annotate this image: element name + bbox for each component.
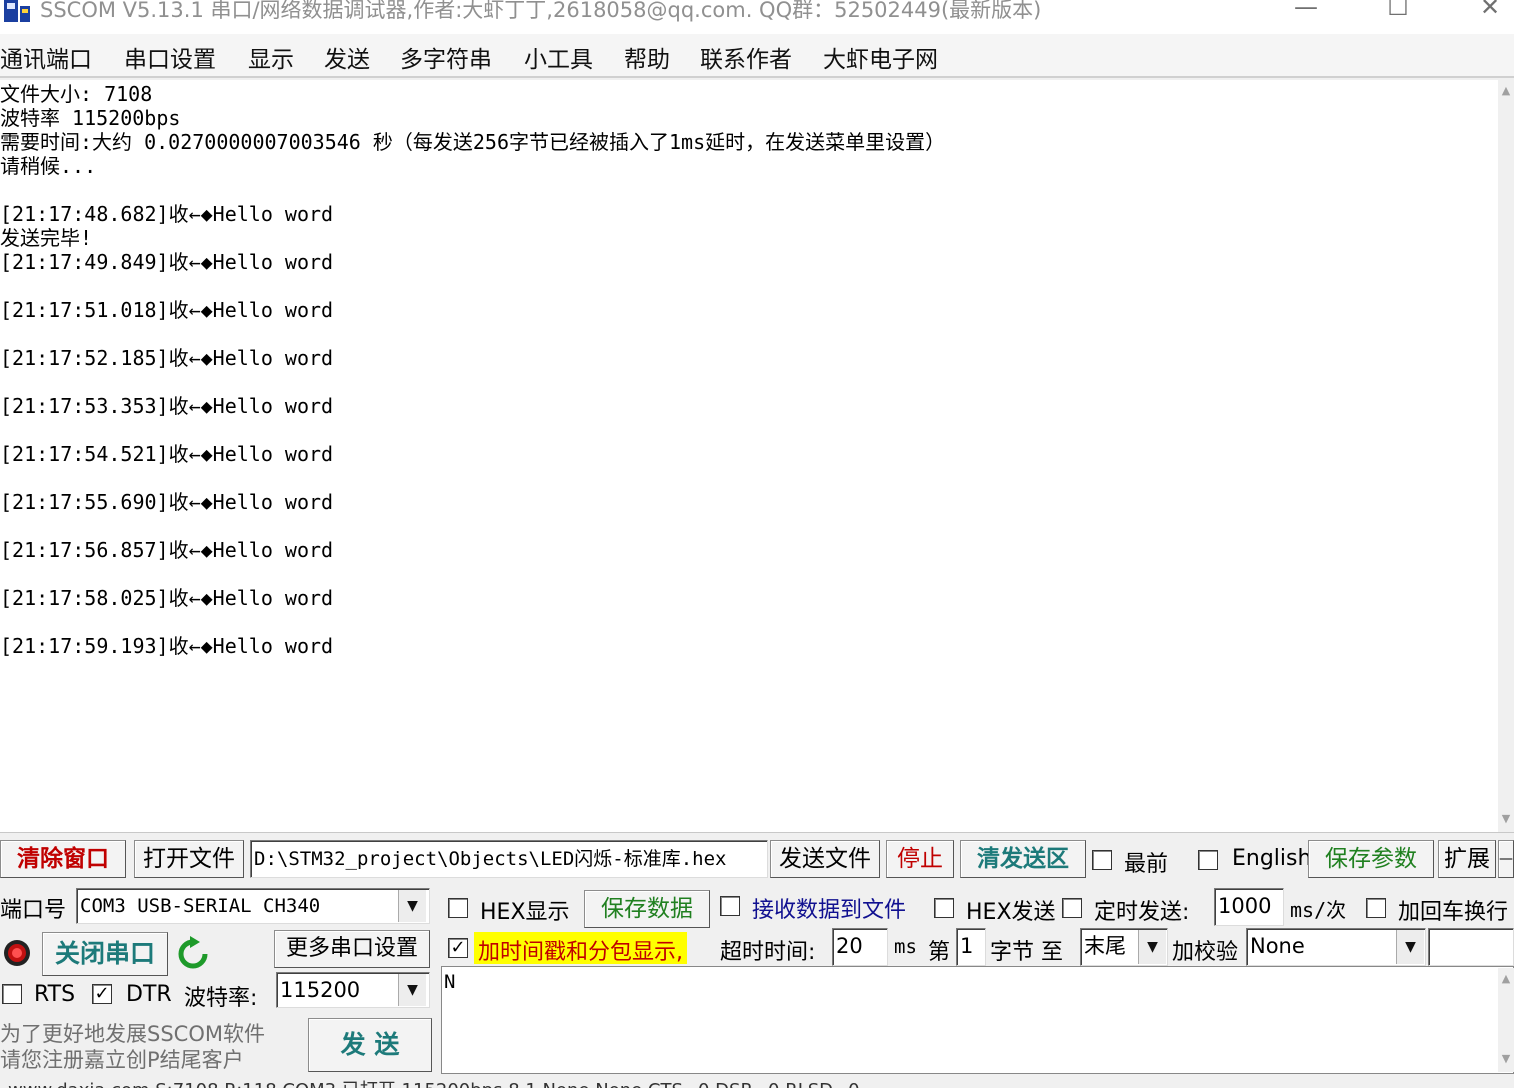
timeout-input[interactable]: 20 xyxy=(832,928,888,966)
file-path-input[interactable]: D:\STM32_project\Objects\LED闪烁-标准库.hex xyxy=(250,840,768,878)
hex-send-label: HEX发送 xyxy=(966,900,1056,925)
port-status-icon xyxy=(4,940,30,966)
refresh-icon[interactable] xyxy=(176,936,210,972)
menu-bar: 通讯端口 串口设置 显示 发送 多字符串 小工具 帮助 联系作者 大虾电子网 xyxy=(0,34,1514,78)
timeout-unit: ms xyxy=(894,936,917,958)
topmost-checkbox[interactable] xyxy=(1092,850,1112,870)
dtr-label: DTR xyxy=(126,982,172,1007)
menu-website[interactable]: 大虾电子网 xyxy=(823,40,938,74)
menu-send[interactable]: 发送 xyxy=(324,40,370,74)
menu-help[interactable]: 帮助 xyxy=(624,40,670,74)
expand-button[interactable]: 扩展 xyxy=(1438,840,1496,878)
send-button[interactable]: 发 送 xyxy=(308,1018,432,1072)
english-label: English xyxy=(1232,846,1312,871)
recv-to-file-label[interactable]: 接收数据到文件 xyxy=(752,892,906,924)
interval-unit: ms/次 xyxy=(1290,898,1347,922)
receive-line: [21:17:52.185]收←◆Hello word xyxy=(0,346,334,370)
checksum-result-field xyxy=(1428,928,1514,966)
more-button[interactable]: — xyxy=(1498,840,1514,878)
recv-to-file-checkbox[interactable] xyxy=(720,896,740,916)
send-input[interactable]: N xyxy=(441,966,1514,1074)
maximize-button[interactable]: ☐ xyxy=(1378,0,1418,24)
add-crlf-label: 加回车换行 xyxy=(1398,900,1509,925)
menu-multi-string[interactable]: 多字符串 xyxy=(400,40,492,74)
clear-window-button[interactable]: 清除窗口 xyxy=(0,840,126,878)
stop-button[interactable]: 停止 xyxy=(886,840,954,878)
receive-line: 发送完毕! xyxy=(0,226,93,250)
send-text: N xyxy=(444,971,456,993)
english-checkbox[interactable] xyxy=(1198,850,1218,870)
checksum-label: 加校验 xyxy=(1172,940,1239,965)
interval-input[interactable]: 1000 xyxy=(1214,888,1284,926)
baud-label: 波特率: xyxy=(184,986,258,1011)
minimize-button[interactable]: — xyxy=(1286,0,1326,24)
open-file-button[interactable]: 打开文件 xyxy=(134,840,244,878)
send-file-button[interactable]: 发送文件 xyxy=(770,840,880,878)
send-scrollbar[interactable]: ▲ ▼ xyxy=(1498,968,1514,1072)
add-crlf-checkbox[interactable] xyxy=(1366,898,1386,918)
menu-tools[interactable]: 小工具 xyxy=(524,40,593,74)
hex-send-checkbox[interactable] xyxy=(934,898,954,918)
scroll-up-icon[interactable]: ▲ xyxy=(1500,84,1512,97)
receive-line: 文件大小: 7108 xyxy=(0,82,153,106)
chevron-down-icon[interactable]: ▼ xyxy=(398,974,426,1006)
close-button[interactable]: ✕ xyxy=(1470,0,1510,24)
timed-send-label: 定时发送: xyxy=(1094,900,1190,925)
menu-port-settings[interactable]: 串口设置 xyxy=(124,40,216,74)
hex-display-label: HEX显示 xyxy=(480,900,570,925)
save-params-button[interactable]: 保存参数 xyxy=(1308,840,1434,878)
receive-area[interactable]: 文件大小: 7108 波特率 115200bps 需要时间:大约 0.02700… xyxy=(0,80,1498,832)
chevron-down-icon[interactable]: ▼ xyxy=(398,890,426,922)
port-label: 端口号 xyxy=(0,898,67,923)
receive-line: [21:17:54.521]收←◆Hello word xyxy=(0,442,334,466)
receive-line: [21:17:59.193]收←◆Hello word xyxy=(0,634,334,658)
byte-suffix-label: 字节 至 xyxy=(990,940,1063,965)
menu-display[interactable]: 显示 xyxy=(248,40,294,74)
topmost-label: 最前 xyxy=(1124,852,1169,877)
byte-prefix-label: 第 xyxy=(928,940,951,965)
save-data-button[interactable]: 保存数据 xyxy=(584,890,710,928)
status-bar: www.daxia.com S:7108 R:118 COM3 已打开 1152… xyxy=(0,1074,1514,1088)
more-port-settings-button[interactable]: 更多串口设置 xyxy=(274,930,430,968)
status-text: www.daxia.com S:7108 R:118 COM3 已打开 1152… xyxy=(8,1076,860,1088)
chevron-down-icon[interactable]: ▼ xyxy=(1138,930,1166,964)
byte-index-input[interactable]: 1 xyxy=(956,928,986,966)
title-bar: SSCOM V5.13.1 串口/网络数据调试器,作者:大虾丁丁,2618058… xyxy=(0,0,1514,34)
chevron-down-icon[interactable]: ▼ xyxy=(1396,930,1424,964)
receive-line: 需要时间:大约 0.0270000007003546 秒（每发送256字节已经被… xyxy=(0,130,946,154)
dtr-checkbox[interactable]: ✓ xyxy=(92,984,112,1004)
promo-line-2: 请您注册嘉立创P结尾客户 xyxy=(0,1048,244,1072)
rts-checkbox[interactable] xyxy=(2,984,22,1004)
scroll-down-icon[interactable]: ▼ xyxy=(1500,812,1512,825)
hex-display-checkbox[interactable] xyxy=(448,898,468,918)
timestamp-label: 加时间戳和分包显示, xyxy=(474,932,687,965)
rts-label: RTS xyxy=(34,982,76,1007)
menu-comm-port[interactable]: 通讯端口 xyxy=(0,40,92,74)
receive-scrollbar[interactable]: ▲ ▼ xyxy=(1498,80,1514,832)
timestamp-checkbox[interactable]: ✓ xyxy=(448,938,468,958)
port-select[interactable]: COM3 USB-SERIAL CH340 xyxy=(76,888,430,924)
close-port-button[interactable]: 关闭串口 xyxy=(42,932,168,976)
timed-send-checkbox[interactable] xyxy=(1062,898,1082,918)
timeout-label: 超时时间: xyxy=(720,940,816,965)
receive-line: [21:17:51.018]收←◆Hello word xyxy=(0,298,334,322)
receive-line: [21:17:56.857]收←◆Hello word xyxy=(0,538,334,562)
receive-line: [21:17:55.690]收←◆Hello word xyxy=(0,490,334,514)
app-icon xyxy=(4,0,30,22)
receive-line: [21:17:53.353]收←◆Hello word xyxy=(0,394,334,418)
scroll-down-icon[interactable]: ▼ xyxy=(1500,1052,1512,1065)
receive-line: [21:17:48.682]收←◆Hello word xyxy=(0,202,334,226)
receive-line: 请稍候... xyxy=(0,154,97,178)
clear-send-button[interactable]: 清发送区 xyxy=(960,840,1086,878)
receive-line: 波特率 115200bps xyxy=(0,106,181,130)
receive-line: [21:17:49.849]收←◆Hello word xyxy=(0,250,334,274)
receive-line: [21:17:58.025]收←◆Hello word xyxy=(0,586,334,610)
scroll-up-icon[interactable]: ▲ xyxy=(1500,972,1512,985)
window-title: SSCOM V5.13.1 串口/网络数据调试器,作者:大虾丁丁,2618058… xyxy=(40,0,1042,22)
menu-contact[interactable]: 联系作者 xyxy=(700,40,792,74)
